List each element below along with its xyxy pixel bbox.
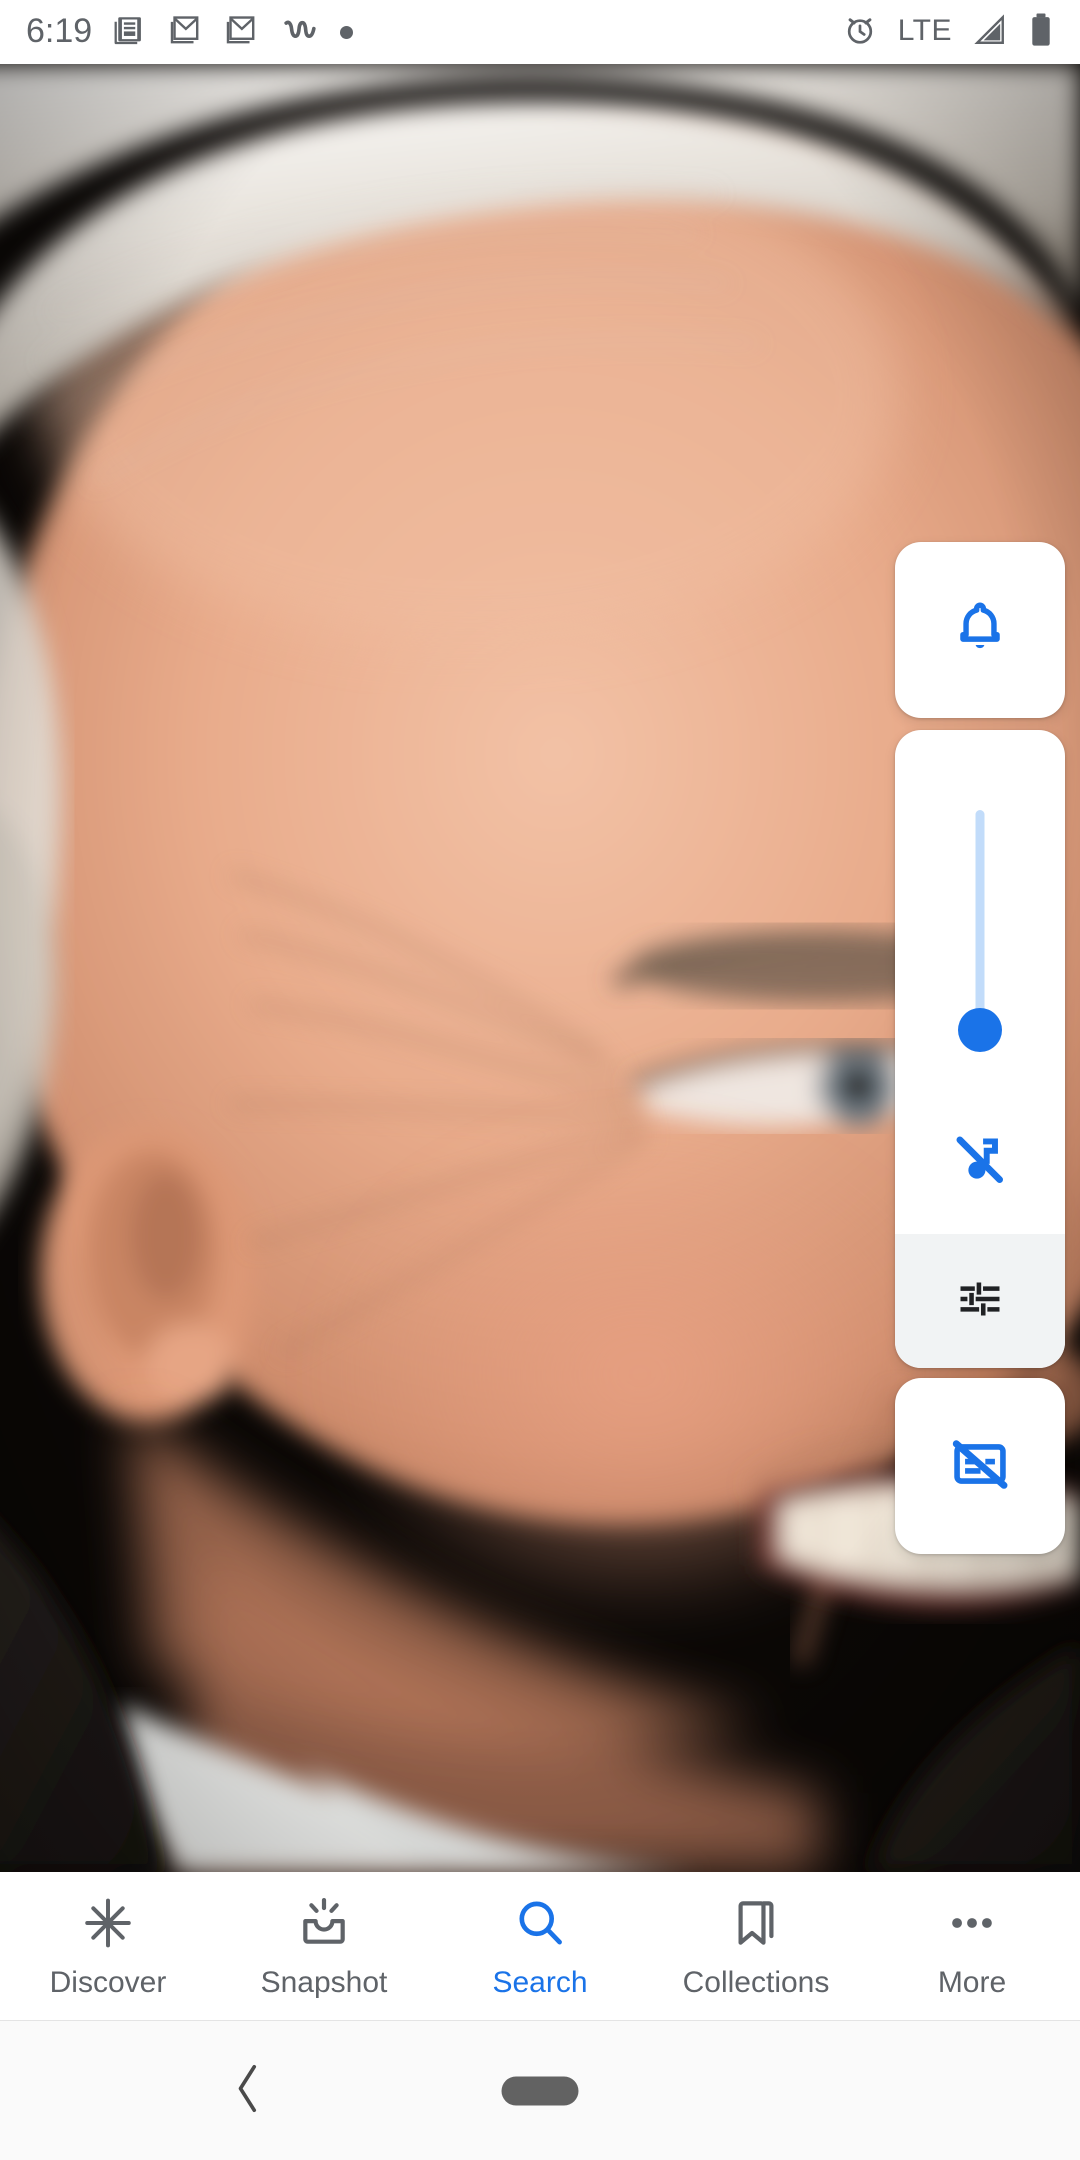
bottom-navigation-bar: Discover Snapshot Search Collections Mor… (0, 1872, 1080, 2020)
mute-media-button[interactable] (895, 1096, 1065, 1226)
nav-item-discover[interactable]: Discover (0, 1895, 216, 1998)
status-bar: 6:19 LTE (0, 0, 1080, 64)
signal-bars-icon (972, 13, 1008, 52)
tune-sliders-icon (954, 1273, 1006, 1330)
nav-item-collections[interactable]: Collections (648, 1895, 864, 1998)
wattpad-w-icon (282, 13, 318, 52)
nav-label-collections: Collections (682, 1965, 830, 1999)
closed-captions-off-icon (948, 1432, 1012, 1501)
volume-settings-button[interactable] (895, 1234, 1065, 1368)
alarm-clock-icon (842, 12, 878, 53)
home-pill-handle[interactable] (501, 2076, 579, 2105)
volume-slider-thumb[interactable] (958, 1008, 1002, 1052)
network-type-label: LTE (897, 14, 952, 47)
notification-bell-icon (949, 597, 1011, 664)
nav-label-discover: Discover (49, 1965, 167, 1999)
gmail-icon (170, 13, 204, 52)
nav-item-search[interactable]: Search (432, 1895, 648, 1998)
music-note-off-icon (949, 1128, 1011, 1195)
asterisk-discover-icon (80, 1895, 136, 1956)
gmail-icon (226, 13, 260, 52)
status-bar-left: 6:19 (26, 12, 354, 52)
volume-slider-card[interactable] (895, 730, 1065, 1368)
ringer-mode-button[interactable] (895, 542, 1065, 718)
battery-icon (1028, 12, 1054, 53)
nav-item-more[interactable]: More (864, 1895, 1080, 1998)
status-bar-right: LTE (842, 12, 1054, 53)
system-gesture-bar (0, 2020, 1080, 2160)
status-clock: 6:19 (26, 12, 93, 50)
snapshot-inbox-icon (296, 1895, 352, 1956)
volume-slider[interactable] (895, 730, 1065, 1110)
bookmark-icon (728, 1895, 784, 1956)
nav-label-search: Search (492, 1965, 588, 1999)
nav-label-snapshot: Snapshot (260, 1965, 388, 1999)
more-dots-icon (944, 1895, 1000, 1956)
captions-toggle-button[interactable] (895, 1378, 1065, 1554)
screen-root: 6:19 LTE Discover Snapshot Search Collec… (0, 0, 1080, 2160)
nav-item-snapshot[interactable]: Snapshot (216, 1895, 432, 1998)
chevron-back-icon[interactable] (225, 2059, 269, 2122)
search-magnifier-icon (512, 1895, 568, 1956)
nav-label-more: More (937, 1965, 1007, 1999)
news-article-icon (114, 13, 148, 52)
notification-dot-icon (340, 25, 354, 39)
